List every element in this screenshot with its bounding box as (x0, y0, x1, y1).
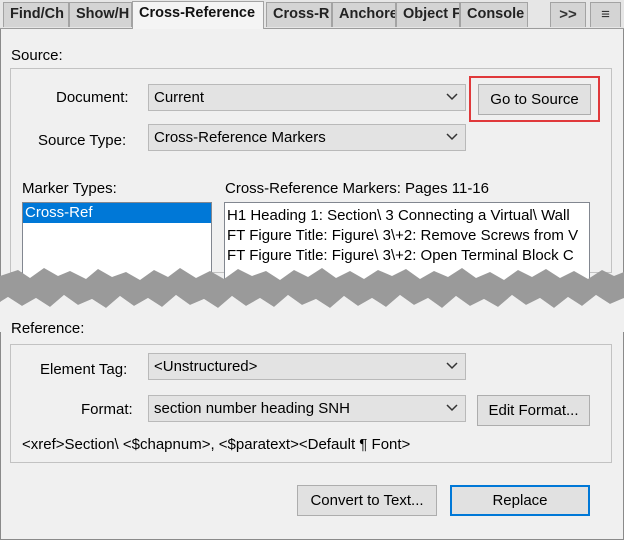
torn-edge-divider (0, 268, 624, 332)
reference-heading: Reference: (11, 320, 85, 337)
tab-show-hide[interactable]: Show/H (69, 2, 132, 27)
tab-find-change[interactable]: Find/Ch (3, 2, 69, 27)
convert-to-text-button[interactable]: Convert to Text... (297, 485, 437, 516)
format-definition: <xref>Section\ <$chapnum>, <$paratext><D… (22, 436, 411, 453)
format-value: section number heading SNH (154, 400, 350, 417)
document-label: Document: (56, 89, 129, 106)
tab-overflow-button[interactable]: >> (550, 2, 586, 27)
chevron-down-icon (446, 362, 458, 370)
source-type-value: Cross-Reference Markers (154, 129, 326, 146)
document-dropdown[interactable]: Current (148, 84, 466, 111)
edit-format-button[interactable]: Edit Format... (477, 395, 590, 426)
tab-cross-reference[interactable]: Cross-Reference (132, 1, 264, 29)
list-item[interactable]: FT Figure Title: Figure\ 3\+2: Remove Sc… (225, 226, 589, 246)
tab-bar: Find/Ch Show/H Cross-Reference Cross-R A… (0, 0, 624, 29)
element-tag-value: <Unstructured> (154, 358, 258, 375)
list-item[interactable]: Cross-Ref (23, 203, 211, 223)
chevron-down-icon (446, 404, 458, 412)
tab-object-properties[interactable]: Object F (396, 2, 460, 27)
replace-button[interactable]: Replace (450, 485, 590, 516)
chevron-down-icon (446, 133, 458, 141)
chevron-down-icon (446, 93, 458, 101)
markers-label: Cross-Reference Markers: Pages 11-16 (225, 180, 489, 197)
list-item[interactable]: H1 Heading 1: Section\ 3 Connecting a Vi… (225, 206, 589, 226)
tab-console[interactable]: Console (460, 2, 528, 27)
panel-menu-icon[interactable]: ≡ (590, 2, 621, 27)
document-value: Current (154, 89, 205, 106)
tab-cross-ref-2[interactable]: Cross-R (266, 2, 332, 27)
source-heading: Source: (11, 47, 63, 64)
tab-anchored[interactable]: Anchore (332, 2, 396, 27)
marker-types-label: Marker Types: (22, 180, 117, 197)
source-type-dropdown[interactable]: Cross-Reference Markers (148, 124, 466, 151)
element-tag-dropdown[interactable]: <Unstructured> (148, 353, 466, 380)
go-to-source-highlight (469, 76, 600, 122)
source-type-label: Source Type: (38, 132, 127, 149)
format-dropdown[interactable]: section number heading SNH (148, 395, 466, 422)
element-tag-label: Element Tag: (40, 361, 128, 378)
format-label: Format: (81, 401, 133, 418)
